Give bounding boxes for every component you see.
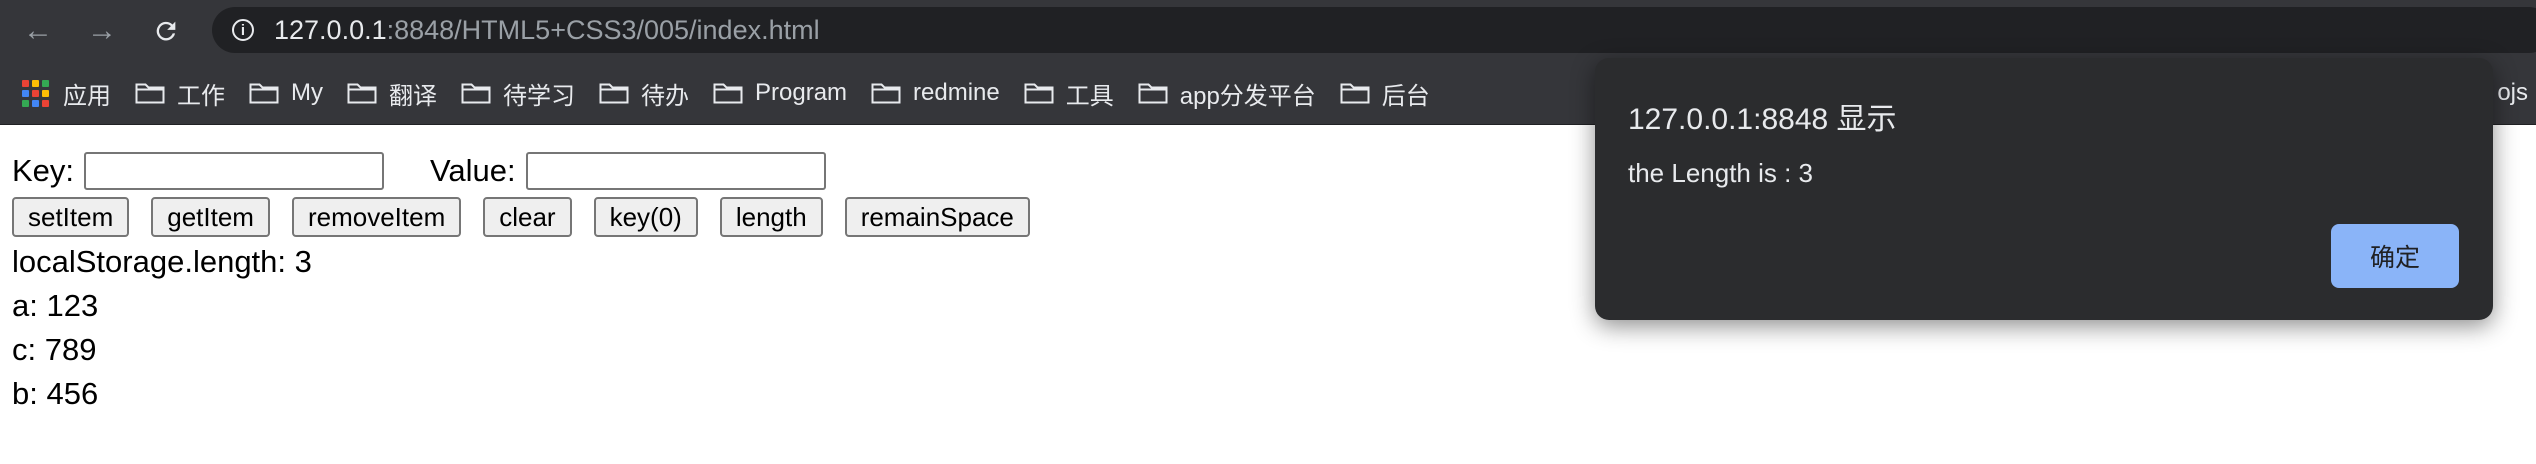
folder-icon (713, 83, 743, 104)
bookmark-label: Program (755, 79, 848, 106)
bookmark-folder[interactable]: My (249, 79, 323, 107)
value-label: Value: (430, 153, 516, 188)
browser-toolbar: ← → i 127.0.0.1:8848/HTML5+CSS3/005/inde… (0, 0, 2536, 62)
bookmark-label: 待办 (641, 82, 689, 110)
key-label: Key: (12, 153, 75, 188)
folder-icon (461, 83, 491, 104)
site-info-icon[interactable]: i (232, 19, 254, 41)
storage-length-text: localStorage.length: 3 (12, 244, 312, 279)
bookmark-folder[interactable]: redmine (871, 79, 1000, 107)
dialog-message: the Length is : 3 (1628, 158, 1814, 188)
forward-arrow-icon[interactable]: → (82, 11, 122, 51)
bookmark-label: 工作 (177, 82, 225, 110)
address-bar[interactable]: i 127.0.0.1:8848/HTML5+CSS3/005/index.ht… (212, 7, 2536, 53)
folder-icon (135, 83, 165, 104)
key0-button[interactable]: key(0) (593, 197, 698, 237)
bookmark-folder[interactable]: 工作 (135, 76, 225, 111)
input-row: Key: Value: (12, 148, 1052, 194)
bookmark-label: 工具 (1065, 82, 1114, 110)
key-input[interactable] (84, 152, 385, 190)
bookmark-folder[interactable]: app分发平台 (1138, 76, 1316, 111)
reload-icon[interactable] (146, 11, 186, 51)
alert-dialog: 127.0.0.1:8848 显示 the Length is : 3 确定 (1595, 58, 2493, 320)
value-input[interactable] (525, 152, 826, 190)
remove-item-button[interactable]: removeItem (291, 197, 462, 237)
bookmark-folder[interactable]: 待学习 (461, 76, 575, 111)
bookmark-overflow-text[interactable]: ojs (2497, 62, 2536, 124)
dialog-title: 127.0.0.1:8848 显示 (1628, 103, 1897, 136)
clear-button[interactable]: clear (483, 197, 572, 237)
folder-icon (249, 83, 279, 104)
bookmark-label: 后台 (1381, 82, 1430, 110)
folder-icon (871, 83, 901, 104)
folder-icon (599, 83, 629, 104)
storage-entry: a: 123 (12, 288, 99, 323)
folder-icon (1340, 83, 1370, 104)
bookmark-folder[interactable]: Program (713, 79, 847, 107)
storage-entry: c: 789 (12, 332, 97, 367)
bookmark-folder[interactable]: 后台 (1340, 76, 1430, 111)
bookmark-label: app分发平台 (1179, 82, 1316, 110)
apps-grid-icon (22, 79, 49, 107)
button-row: setItem getItem removeItem clear key(0) … (12, 194, 1052, 240)
storage-entry: b: 456 (12, 376, 99, 411)
remain-space-button[interactable]: remainSpace (844, 197, 1030, 237)
bookmark-label: 待学习 (503, 82, 575, 110)
page-content: Key: Value: setItem getItem removeItem c… (12, 148, 1052, 416)
ok-button[interactable]: 确定 (2331, 224, 2459, 288)
bookmark-apps[interactable]: 应用 (22, 76, 111, 111)
bookmark-label: 翻译 (389, 82, 437, 110)
folder-icon (347, 83, 377, 104)
get-item-button[interactable]: getItem (151, 197, 270, 237)
folder-icon (1138, 83, 1168, 104)
set-item-button[interactable]: setItem (12, 197, 130, 237)
length-button[interactable]: length (719, 197, 823, 237)
bookmark-label: 应用 (63, 82, 111, 110)
bookmark-label: My (291, 79, 323, 106)
bookmark-folder[interactable]: 待办 (599, 76, 689, 111)
bookmark-folder[interactable]: 翻译 (347, 76, 437, 111)
bookmark-label: redmine (913, 79, 1000, 106)
bookmark-folder[interactable]: 工具 (1024, 76, 1114, 111)
folder-icon (1024, 83, 1054, 104)
back-arrow-icon[interactable]: ← (18, 11, 58, 51)
url-text: 127.0.0.1:8848/HTML5+CSS3/005/index.html (274, 14, 820, 45)
